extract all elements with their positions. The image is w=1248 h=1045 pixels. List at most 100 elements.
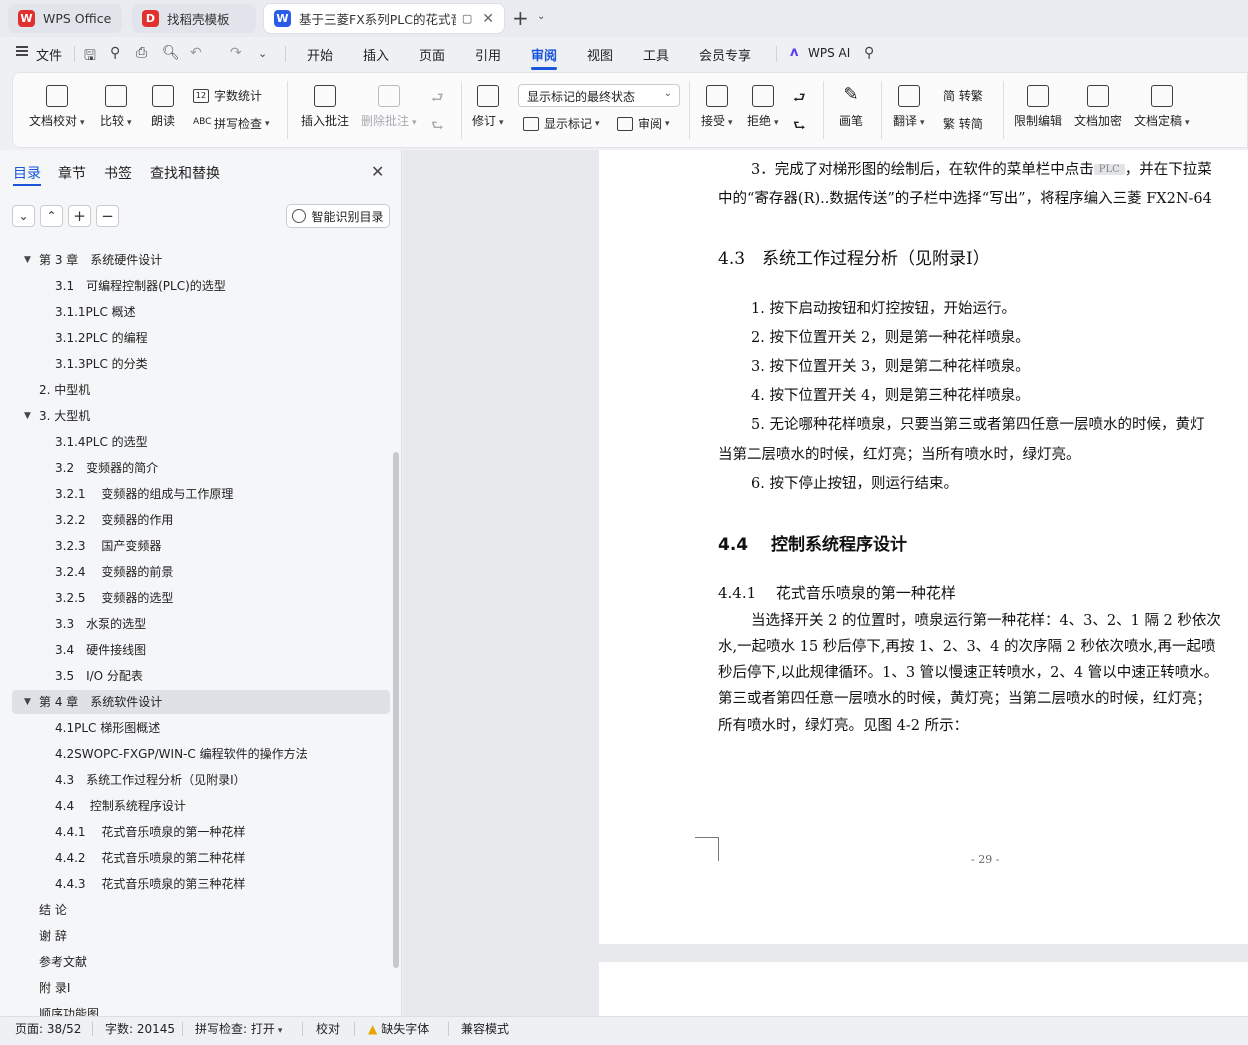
toc-item[interactable]: 4.4.1 花式音乐喷泉的第一种花样 <box>12 820 390 844</box>
prev-comment-icon[interactable]: ⮐ <box>431 87 444 111</box>
tab-document[interactable]: W 基于三菱FX系列PLC的花式音 ▢ ✕ <box>264 4 504 33</box>
toc-item[interactable]: 4.1PLC 梯形图概述 <box>12 716 390 740</box>
close-icon[interactable]: ✕ <box>371 162 384 181</box>
missing-font-status[interactable]: ▲ 缺失字体 <box>368 1020 429 1037</box>
expand-toggle-icon[interactable]: ▼ <box>24 404 31 428</box>
word-count[interactable]: 字数: 20145 <box>105 1020 175 1037</box>
toc-item[interactable]: 4.4.3 花式音乐喷泉的第三种花样 <box>12 872 390 896</box>
toc-item[interactable]: 3.4 硬件接线图 <box>12 638 390 662</box>
toc-item[interactable]: 附 录Ⅰ <box>12 976 390 1000</box>
print-icon[interactable]: ⎙ <box>136 45 147 61</box>
toc-item[interactable]: 4.4 控制系统程序设计 <box>12 794 390 818</box>
accept-button[interactable]: 接受 ▾ <box>701 85 733 129</box>
menu-wps-ai[interactable]: WPS AI <box>808 46 850 60</box>
menu-home[interactable]: 开始 <box>307 45 333 64</box>
encrypt-button[interactable]: 文档加密 <box>1074 85 1122 129</box>
toc-item[interactable]: 顺序功能图 <box>12 1002 390 1016</box>
menu-page[interactable]: 页面 <box>419 45 445 64</box>
menu-member[interactable]: 会员专享 <box>699 45 751 64</box>
compare-button[interactable]: 比较 ▾ <box>100 85 132 129</box>
scrollbar[interactable] <box>393 452 399 968</box>
toc-item[interactable]: ▼ 第 3 章 系统硬件设计 <box>12 248 390 272</box>
translate-button[interactable]: 翻译 ▾ <box>893 85 925 129</box>
reject-button[interactable]: 拒绝 ▾ <box>747 85 779 129</box>
tab-template[interactable]: D 找稻壳模板 <box>132 4 256 33</box>
toc-item[interactable]: 3.1.2PLC 的编程 <box>12 326 390 350</box>
toc-item[interactable]: 3.3 水泵的选型 <box>12 612 390 636</box>
screen-icon[interactable]: ▢ <box>462 12 472 25</box>
spell-check-status[interactable]: 拼写检查: 打开 ▾ <box>195 1020 282 1037</box>
toc-item[interactable]: 结 论 <box>12 898 390 922</box>
pen-button[interactable]: ✎ 画笔 <box>839 85 863 129</box>
collapse-up-icon[interactable]: ⌃ <box>40 205 63 227</box>
toc-item[interactable]: 3.2.3 国产变频器 <box>12 534 390 558</box>
toc-item[interactable]: 4.2SWOPC-FXGP/WIN-C 编程软件的操作方法 <box>12 742 390 766</box>
save-icon[interactable]: 🖫 <box>84 45 96 69</box>
prev-change-icon[interactable]: ⮐ <box>793 87 806 111</box>
search-icon[interactable]: ⚲ <box>864 45 874 61</box>
page-indicator[interactable]: 页面: 38/52 <box>15 1020 81 1037</box>
read-aloud-button[interactable]: 朗读 <box>151 85 175 129</box>
tab-find-replace[interactable]: 查找和替换 <box>150 163 220 183</box>
toc-item[interactable]: 2. 中型机 <box>12 378 390 402</box>
toc-item[interactable]: 3.2 变频器的简介 <box>12 456 390 480</box>
show-markup-button[interactable]: 显示标记 ▾ <box>523 115 600 132</box>
track-changes-button[interactable]: 修订 ▾ <box>472 85 504 129</box>
toc-item[interactable]: 3.1.4PLC 的选型 <box>12 430 390 454</box>
toc-item[interactable]: 4.3 系统工作过程分析（见附录Ⅰ） <box>12 768 390 792</box>
spell-check-button[interactable]: ABC 拼写检查 ▾ <box>193 115 270 132</box>
toc-item[interactable]: 参考文献 <box>12 950 390 974</box>
menu-insert[interactable]: 插入 <box>363 45 389 64</box>
menu-view[interactable]: 视图 <box>587 45 613 64</box>
smart-toc-button[interactable]: 智能识别目录 <box>286 204 390 228</box>
markup-state-select[interactable]: 显示标记的最终状态 ⌄ <box>518 84 680 107</box>
menu-review[interactable]: 审阅 <box>531 45 557 64</box>
toc-item[interactable]: ▼ 3. 大型机 <box>12 404 390 428</box>
word-count-button[interactable]: 12 字数统计 <box>193 87 262 104</box>
tab-bookmarks[interactable]: 书签 <box>104 163 132 183</box>
expand-toggle-icon[interactable]: ▼ <box>24 690 31 714</box>
toc-item[interactable]: 3.2.4 变频器的前景 <box>12 560 390 584</box>
toc-item[interactable]: 3.2.1 变频器的组成与工作原理 <box>12 482 390 506</box>
add-icon[interactable]: + <box>68 205 91 227</box>
next-change-icon[interactable]: ⮑ <box>793 115 806 139</box>
new-tab-icon[interactable]: + <box>512 6 529 30</box>
menu-file[interactable]: 文件 <box>36 45 62 64</box>
insert-comment-button[interactable]: 插入批注 <box>301 85 349 129</box>
next-comment-icon[interactable]: ⮑ <box>431 115 444 139</box>
undo-icon[interactable]: ↶ <box>190 45 202 61</box>
redo-icon[interactable]: ↷ <box>230 45 242 61</box>
toc-item[interactable]: 3.1 可编程控制器(PLC)的选型 <box>12 274 390 298</box>
restrict-edit-button[interactable]: 限制编辑 <box>1014 85 1062 129</box>
toc-item[interactable]: 谢 辞 <box>12 924 390 948</box>
document-page[interactable]: 3．完成了对梯形图的绘制后，在软件的菜单栏中点击 PLC ，并在下拉菜 中的“寄存器… <box>599 150 1248 944</box>
remove-icon[interactable]: − <box>96 205 119 227</box>
proof-status[interactable]: 校对 <box>316 1020 340 1037</box>
print-preview-icon[interactable]: 🔍︎ <box>162 45 180 61</box>
review-pane-button[interactable]: 审阅 ▾ <box>617 115 670 132</box>
toc-item[interactable]: 3.1.3PLC 的分类 <box>12 352 390 376</box>
next-page[interactable] <box>599 962 1248 1016</box>
wps-ai-icon[interactable]: ᴧ <box>790 45 798 60</box>
toc-item[interactable]: 3.2.5 变频器的选型 <box>12 586 390 610</box>
chevron-down-icon[interactable]: ⌄ <box>537 11 545 22</box>
finalize-button[interactable]: 文档定稿 ▾ <box>1134 85 1190 129</box>
menu-tools[interactable]: 工具 <box>643 45 669 64</box>
menu-references[interactable]: 引用 <box>475 45 501 64</box>
to-simplified-button[interactable]: 繁 转简 <box>943 115 983 132</box>
tab-toc[interactable]: 目录 <box>13 163 41 183</box>
expand-down-icon[interactable]: ⌄ <box>12 205 35 227</box>
toc-item[interactable]: 3.5 I/O 分配表 <box>12 664 390 688</box>
toc-item[interactable]: 3.1.1PLC 概述 <box>12 300 390 324</box>
document-canvas[interactable]: 3．完成了对梯形图的绘制后，在软件的菜单栏中点击 PLC ，并在下拉菜 中的“寄存器… <box>403 150 1248 1016</box>
toc-item[interactable]: ▼ 第 4 章 系统软件设计 <box>12 690 390 714</box>
toc-item[interactable]: 4.4.2 花式音乐喷泉的第二种花样 <box>12 846 390 870</box>
tab-wps-office[interactable]: W WPS Office <box>8 4 122 33</box>
hamburger-icon[interactable] <box>16 46 28 56</box>
to-traditional-button[interactable]: 简 转繁 <box>943 87 983 104</box>
toc-item[interactable]: 3.2.2 变频器的作用 <box>12 508 390 532</box>
tab-sections[interactable]: 章节 <box>58 163 86 183</box>
close-tab-icon[interactable]: ✕ <box>482 11 494 27</box>
delete-comment-button[interactable]: 删除批注 ▾ <box>361 85 417 129</box>
doc-check-button[interactable]: 文档校对 ▾ <box>29 85 85 129</box>
